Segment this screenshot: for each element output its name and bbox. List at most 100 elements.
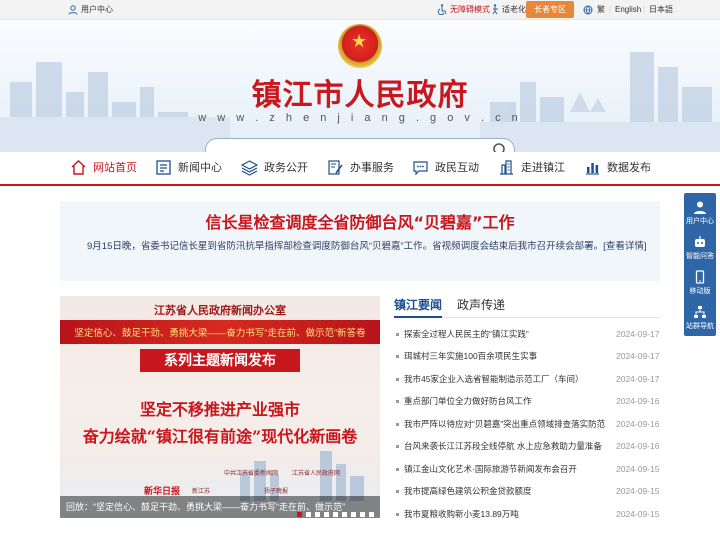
news-date: 2024-09-16 bbox=[614, 393, 660, 409]
slider-dot[interactable] bbox=[360, 512, 365, 517]
news-title[interactable]: 重点部门单位全力做好防台风工作 bbox=[404, 393, 619, 409]
site-url: w w w . z h e n j i a n g . g o v . c n bbox=[198, 112, 522, 124]
float-mobile[interactable]: 移动版 bbox=[684, 265, 716, 299]
float-label: 用户中心 bbox=[686, 218, 714, 225]
bullet bbox=[396, 355, 399, 358]
home-icon bbox=[71, 160, 86, 175]
chat-icon bbox=[413, 161, 428, 176]
nav-label: 政民互动 bbox=[435, 162, 479, 174]
mobile-icon bbox=[695, 270, 705, 284]
float-label: 站群导航 bbox=[686, 323, 714, 330]
slider-dot[interactable] bbox=[306, 512, 311, 517]
tab-zhenjiang-news[interactable]: 镇江要闻 bbox=[394, 296, 443, 318]
robot-icon bbox=[695, 236, 705, 247]
user-center-label: 用户中心 bbox=[81, 5, 113, 14]
sitemap-icon bbox=[694, 306, 706, 318]
site-title: 镇江市人民政府 bbox=[251, 78, 469, 113]
list-item[interactable]: 重点部门单位全力做好防台风工作 2024-09-16 bbox=[394, 393, 660, 409]
news-tabs: 镇江要闻 政声传递 bbox=[394, 296, 660, 318]
search-input[interactable] bbox=[205, 138, 515, 152]
news-title[interactable]: 我市提高绿色建筑公积金贷款额度 bbox=[404, 483, 619, 499]
wheelchair-icon bbox=[437, 4, 447, 15]
headline-box: 信长星检查调度全省防御台风“贝碧嘉”工作 9月15日晚，省委书记信长星到省防汛抗… bbox=[60, 201, 660, 281]
bullet bbox=[396, 400, 399, 403]
side-float-toolbar: 用户中心 智能问答 移动版 站群导航 bbox=[684, 193, 716, 336]
accessibility-label: 无障碍模式 bbox=[450, 5, 490, 14]
globe-icon bbox=[583, 5, 593, 15]
news-title[interactable]: 镇江金山文化艺术·国际旅游节新闻发布会召开 bbox=[404, 461, 619, 477]
slide-line-2: 奋力绘就“镇江很有前途”现代化新画卷 bbox=[82, 427, 358, 446]
news-title[interactable]: 台风来袭长江江苏段全线停航 水上应急救助力量准备 bbox=[404, 438, 619, 454]
news-date: 2024-09-17 bbox=[614, 326, 660, 342]
float-user-center[interactable]: 用户中心 bbox=[684, 195, 716, 229]
elderly-icon bbox=[492, 4, 498, 15]
news-title[interactable]: 珥城村三年实施100百余项民生实事 bbox=[404, 348, 619, 364]
news-date: 2024-09-16 bbox=[614, 438, 660, 454]
logo-yangtse-evening: 扬子晚报 bbox=[264, 489, 289, 495]
float-smart-qa[interactable]: 智能问答 bbox=[684, 230, 716, 264]
slider-dot[interactable] bbox=[315, 512, 320, 517]
slider-dot[interactable] bbox=[342, 512, 347, 517]
headline-title[interactable]: 信长星检查调度全省防御台风“贝碧嘉”工作 bbox=[60, 209, 660, 233]
news-slider[interactable]: 江苏省人民政府新闻办公室 坚定信心、鼓足干劲、勇挑大梁——奋力书写“走在前、做示… bbox=[60, 296, 380, 518]
news-date: 2024-09-17 bbox=[614, 371, 660, 387]
separator: | bbox=[643, 5, 646, 14]
nav-label: 新闻中心 bbox=[178, 162, 222, 174]
news-date: 2024-09-15 bbox=[614, 461, 660, 477]
search-icon[interactable] bbox=[492, 142, 508, 152]
traditional-chinese-link[interactable]: 繁 bbox=[597, 4, 605, 16]
nav-label: 走进镇江 bbox=[521, 162, 565, 174]
list-item[interactable]: 台风来袭长江江苏段全线停航 水上应急救助力量准备 2024-09-16 bbox=[394, 438, 660, 454]
bullet bbox=[396, 445, 399, 448]
slider-dot[interactable] bbox=[369, 512, 374, 517]
slider-dot[interactable] bbox=[333, 512, 338, 517]
slider-dot[interactable] bbox=[324, 512, 329, 517]
news-title[interactable]: 探索全过程人民民主的“镇江实践” bbox=[404, 326, 619, 342]
user-icon bbox=[68, 5, 78, 15]
english-link[interactable]: English bbox=[615, 4, 641, 16]
slider-dot[interactable] bbox=[351, 512, 356, 517]
user-icon bbox=[694, 201, 706, 214]
national-emblem: ★ bbox=[338, 24, 382, 68]
list-item[interactable]: 我市提高绿色建筑公积金贷款额度 2024-09-15 bbox=[394, 483, 660, 499]
news-title[interactable]: 我市45家企业入选省智能制造示范工厂（车间） bbox=[404, 371, 619, 387]
list-item[interactable]: 我市严阵以待应对“贝碧嘉”突出重点领域排查落实防范 2024-09-16 bbox=[394, 416, 660, 432]
tab-policy-voice[interactable]: 政声传递 bbox=[457, 296, 505, 318]
bullet bbox=[396, 490, 399, 493]
top-utility-bar: 用户中心 无障碍模式 适老化 长者专区 繁 | English | 日本語 bbox=[0, 0, 720, 20]
list-item[interactable]: 探索全过程人民民主的“镇江实践” 2024-09-17 bbox=[394, 326, 660, 342]
layers-icon bbox=[241, 160, 258, 176]
list-item[interactable]: 珥城村三年实施100百余项民生实事 2024-09-17 bbox=[394, 348, 660, 364]
bullet bbox=[396, 333, 399, 336]
logo-party-news: 中共江苏省委新闻网 bbox=[224, 471, 279, 477]
separator: | bbox=[609, 5, 612, 14]
main-nav: 网站首页 新闻中心 政务公开 办事服务 政民互动 走进镇江 数据发布 bbox=[0, 152, 720, 186]
bar-chart-icon bbox=[586, 163, 599, 175]
news-date: 2024-09-17 bbox=[614, 348, 660, 364]
slider-dot[interactable] bbox=[297, 512, 302, 517]
float-sitemap[interactable]: 站群导航 bbox=[684, 300, 716, 334]
news-title[interactable]: 我市严阵以待应对“贝碧嘉”突出重点领域排查落实防范 bbox=[404, 416, 619, 432]
site-banner: ★ 镇江市人民政府 w w w . z h e n j i a n g . g … bbox=[0, 20, 720, 152]
list-item[interactable]: 我市45家企业入选省智能制造示范工厂（车间） 2024-09-17 bbox=[394, 371, 660, 387]
senior-zone-button[interactable]: 长者专区 bbox=[526, 1, 574, 18]
list-item[interactable]: 镇江金山文化艺术·国际旅游节新闻发布会召开 2024-09-15 bbox=[394, 461, 660, 477]
slide-header: 江苏省人民政府新闻办公室 bbox=[154, 305, 286, 317]
building-icon bbox=[500, 160, 513, 175]
headline-summary[interactable]: 9月15日晚，省委书记信长星到省防汛抗旱指挥部检查调度防御台风“贝碧嘉”工作。省… bbox=[68, 238, 658, 256]
bullet bbox=[396, 513, 399, 516]
list-item[interactable]: 我市夏粮收购新小麦13.89万吨 2024-09-15 bbox=[394, 506, 660, 522]
slide-band: 坚定信心、鼓足干劲、勇挑大梁——奋力书写“走在前、做示范”新答卷 bbox=[60, 320, 380, 344]
float-label: 智能问答 bbox=[686, 253, 714, 260]
slide-series: 系列主题新闻发布 bbox=[140, 349, 300, 372]
logo-xinjiangsu: 新江苏 bbox=[192, 489, 211, 495]
bullet bbox=[396, 423, 399, 426]
bullet bbox=[396, 468, 399, 471]
japanese-link[interactable]: 日本語 bbox=[649, 4, 673, 16]
news-title[interactable]: 我市夏粮收购新小麦13.89万吨 bbox=[404, 506, 619, 522]
slide-band-text: 坚定信心、鼓足干劲、勇挑大梁——奋力书写“走在前、做示范”新答卷 bbox=[74, 328, 366, 339]
news-date: 2024-09-15 bbox=[614, 506, 660, 522]
bullet bbox=[396, 378, 399, 381]
pen-icon bbox=[328, 160, 343, 175]
slider-pagination bbox=[293, 504, 374, 517]
